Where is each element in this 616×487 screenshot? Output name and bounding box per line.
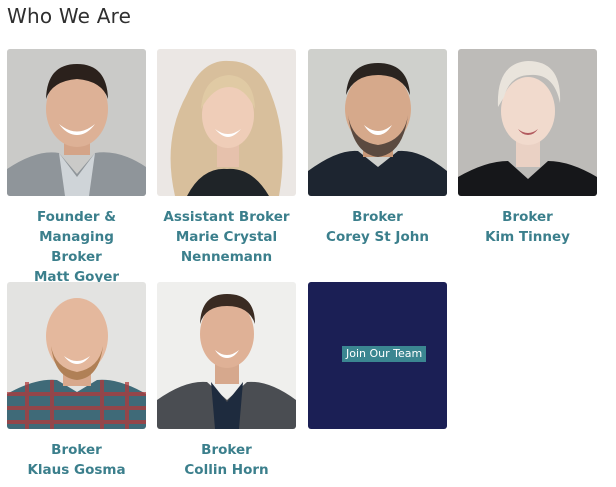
team-card[interactable]: Assistant Broker Marie Crystal Nennemann	[157, 49, 296, 267]
team-role: Assistant Broker	[163, 209, 290, 225]
portrait-photo[interactable]	[157, 49, 296, 196]
page-title: Who We Are	[7, 4, 132, 28]
team-role: Founder & Managing	[36, 209, 117, 245]
portrait-photo[interactable]	[458, 49, 597, 196]
team-card[interactable]: Broker Corey St John	[308, 49, 447, 247]
team-name[interactable]: Klaus Gosma	[7, 460, 146, 480]
team-role: Broker	[51, 442, 102, 458]
team-name[interactable]: Kim Tinney	[458, 227, 597, 247]
team-card[interactable]: Founder & Managing Broker Matt Goyer	[7, 49, 146, 287]
team-card[interactable]: Broker Kim Tinney	[458, 49, 597, 247]
team-name[interactable]: Marie Crystal	[157, 227, 296, 247]
team-name[interactable]: Corey St John	[308, 227, 447, 247]
team-role: Broker	[201, 442, 252, 458]
team-name[interactable]: Nennemann	[157, 247, 296, 267]
team-role: Broker	[352, 209, 403, 225]
portrait-photo[interactable]	[157, 282, 296, 429]
join-team-tile[interactable]: Join Our Team	[308, 282, 447, 429]
portrait-photo[interactable]	[7, 282, 146, 429]
join-our-team-button[interactable]: Join Our Team	[342, 346, 427, 362]
team-card[interactable]: Broker Klaus Gosma	[7, 282, 146, 480]
portrait-photo[interactable]	[308, 49, 447, 196]
portrait-photo[interactable]	[7, 49, 146, 196]
team-name[interactable]: Collin Horn	[157, 460, 296, 480]
team-card[interactable]: Broker Collin Horn	[157, 282, 296, 480]
team-role: Broker	[502, 209, 553, 225]
join-team-card[interactable]: Join Our Team	[308, 282, 447, 429]
team-role: Broker	[51, 249, 102, 265]
